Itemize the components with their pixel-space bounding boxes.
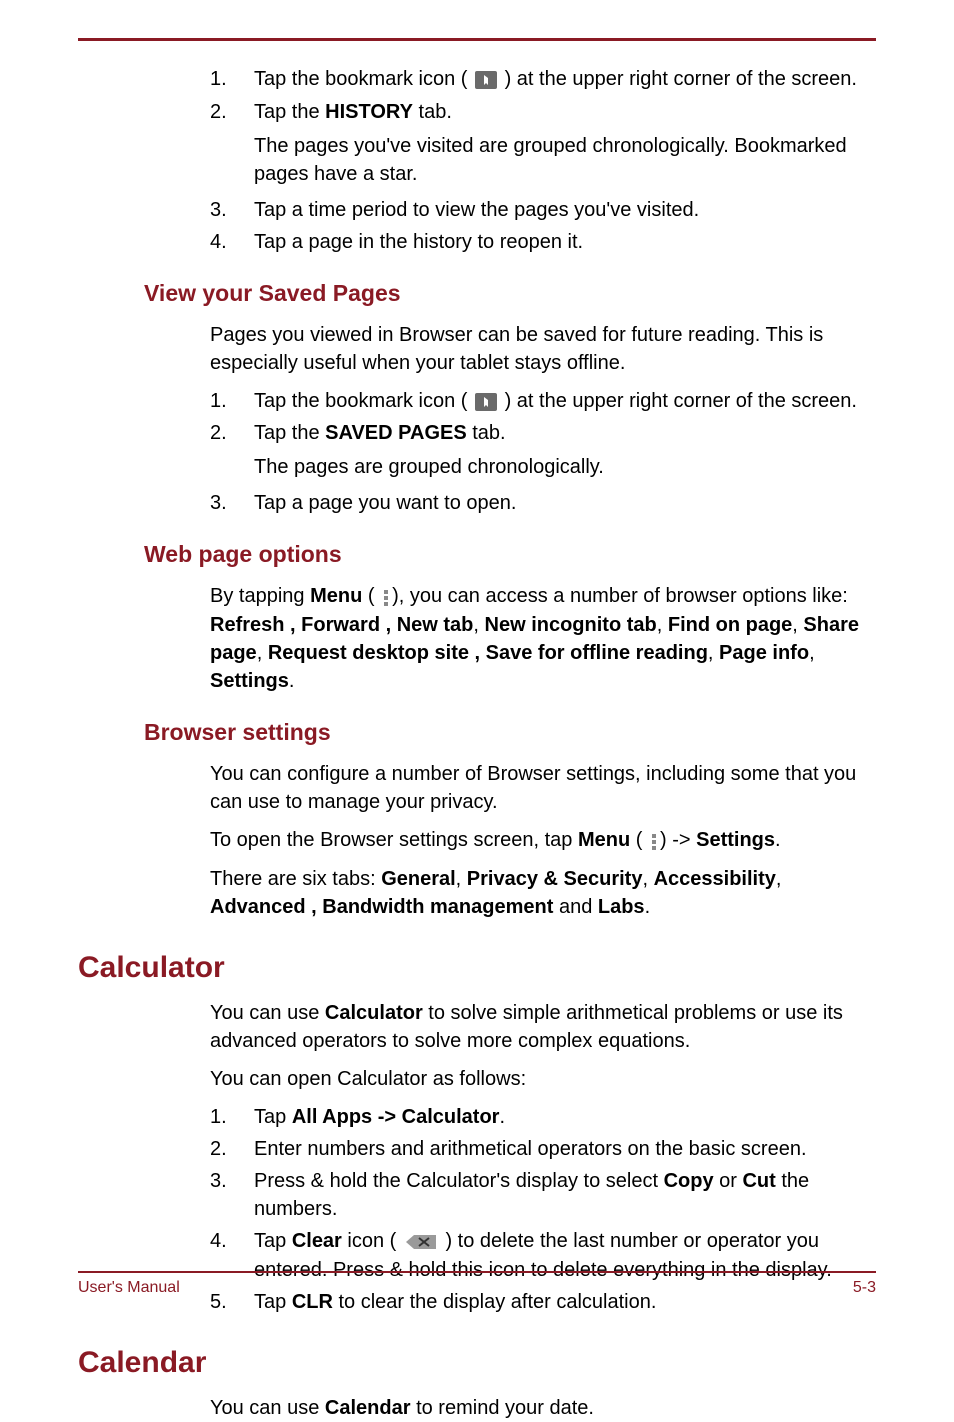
step-text: Tap a page in the history to reopen it. — [254, 228, 876, 256]
step-text: Tap a time period to view the pages you'… — [254, 196, 876, 224]
bookmark-icon — [475, 387, 497, 415]
paragraph: To open the Browser settings screen, tap… — [210, 826, 876, 855]
step-subtext: The pages are grouped chronologically. — [254, 453, 876, 481]
heading-calculator: Calculator — [78, 951, 876, 985]
step-number: 2. — [210, 1135, 254, 1163]
heading-browser-settings: Browser settings — [144, 719, 876, 746]
step-number: 3. — [210, 196, 254, 224]
step-number: 4. — [210, 228, 254, 256]
page: 1. Tap the bookmark icon ( ) at the uppe… — [0, 0, 954, 1345]
clear-icon — [404, 1228, 438, 1256]
paragraph: You can use Calculator to solve simple a… — [210, 999, 876, 1055]
footer-rule — [78, 1271, 876, 1273]
history-steps: 1. Tap the bookmark icon ( ) at the uppe… — [210, 65, 876, 256]
menu-icon — [382, 583, 390, 611]
list-item: 3. Tap a time period to view the pages y… — [210, 196, 876, 224]
step-text: Tap the bookmark icon ( ) at the upper r… — [254, 387, 876, 416]
page-footer: User's Manual 5-3 — [78, 1271, 876, 1297]
list-item: 1. Tap the bookmark icon ( ) at the uppe… — [210, 387, 876, 416]
footer-right: 5-3 — [853, 1279, 876, 1297]
footer-left: User's Manual — [78, 1279, 180, 1297]
step-text: Tap the bookmark icon ( ) at the upper r… — [254, 65, 876, 94]
step-number: 1. — [210, 387, 254, 416]
paragraph: There are six tabs: General, Privacy & S… — [210, 865, 876, 921]
list-item: 2. Tap the SAVED PAGES tab. The pages ar… — [210, 419, 876, 485]
menu-icon — [650, 827, 658, 855]
heading-view-saved-pages: View your Saved Pages — [144, 280, 876, 307]
step-text: Press & hold the Calculator's display to… — [254, 1167, 876, 1223]
paragraph: You can configure a number of Browser se… — [210, 760, 876, 816]
step-text: Tap a page you want to open. — [254, 489, 876, 517]
list-item: 3. Tap a page you want to open. — [210, 489, 876, 517]
step-text: Enter numbers and arithmetical operators… — [254, 1135, 876, 1163]
heading-web-page-options: Web page options — [144, 541, 876, 568]
heading-calendar: Calendar — [78, 1346, 876, 1380]
step-text: Tap the SAVED PAGES tab. The pages are g… — [254, 419, 876, 485]
footer-row: User's Manual 5-3 — [78, 1279, 876, 1297]
step-text: Tap the HISTORY tab. The pages you've vi… — [254, 98, 876, 192]
list-item: 3. Press & hold the Calculator's display… — [210, 1167, 876, 1223]
bookmark-icon — [475, 66, 497, 94]
paragraph: Pages you viewed in Browser can be saved… — [210, 321, 876, 377]
step-text: Tap All Apps -> Calculator. — [254, 1103, 876, 1131]
step-number: 3. — [210, 489, 254, 517]
list-item: 4. Tap a page in the history to reopen i… — [210, 228, 876, 256]
list-item: 1. Tap All Apps -> Calculator. — [210, 1103, 876, 1131]
list-item: 2. Tap the HISTORY tab. The pages you've… — [210, 98, 876, 192]
step-subtext: The pages you've visited are grouped chr… — [254, 132, 876, 188]
step-number: 2. — [210, 419, 254, 485]
list-item: 1. Tap the bookmark icon ( ) at the uppe… — [210, 65, 876, 94]
step-number: 1. — [210, 1103, 254, 1131]
step-number: 3. — [210, 1167, 254, 1223]
paragraph: You can use Calendar to remind your date… — [210, 1394, 876, 1422]
content: 1. Tap the bookmark icon ( ) at the uppe… — [78, 41, 876, 1422]
list-item: 2. Enter numbers and arithmetical operat… — [210, 1135, 876, 1163]
step-number: 1. — [210, 65, 254, 94]
paragraph: By tapping Menu ( ), you can access a nu… — [210, 582, 876, 695]
paragraph: You can open Calculator as follows: — [210, 1065, 876, 1093]
step-number: 2. — [210, 98, 254, 192]
saved-pages-steps: 1. Tap the bookmark icon ( ) at the uppe… — [210, 387, 876, 518]
